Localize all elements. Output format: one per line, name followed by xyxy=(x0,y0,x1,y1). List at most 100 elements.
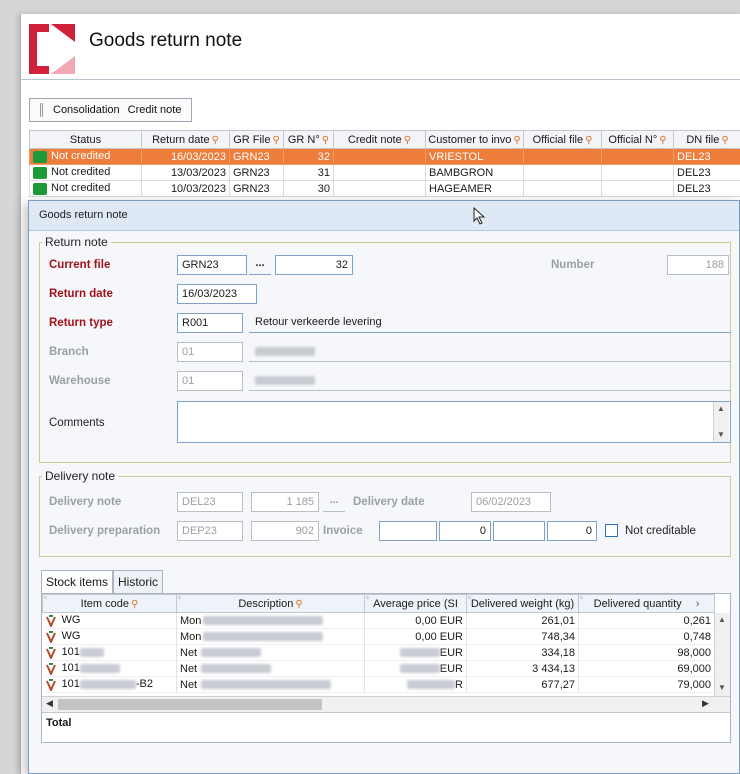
col-header-official-number[interactable]: Official N° ⚲ xyxy=(601,130,674,149)
search-icon[interactable]: ⚲ xyxy=(212,135,219,146)
list-item[interactable]: WG Mon 0,00 EUR 748,34 0,748 xyxy=(42,628,715,645)
branch-code-input[interactable]: 01 xyxy=(177,342,243,362)
scroll-down-icon[interactable]: ▼ xyxy=(718,683,726,692)
search-icon[interactable]: ⚲ xyxy=(295,599,302,610)
items-horizontal-scrollbar[interactable]: ◀ ▶ xyxy=(42,696,730,712)
item-code-cell: 101 xyxy=(42,660,177,677)
col-header-delivered-quantity[interactable]: ◦ Delivered quantity › xyxy=(578,594,715,613)
return-date-cell: 16/03/2023 xyxy=(141,148,230,165)
warehouse-code-input[interactable]: 01 xyxy=(177,371,243,391)
not-creditable-checkbox[interactable] xyxy=(605,524,618,537)
invoice-file-input[interactable] xyxy=(379,521,437,541)
return-type-code-input[interactable]: R001 xyxy=(177,313,243,333)
items-vertical-scrollbar[interactable]: ▲ ▼ xyxy=(714,613,730,696)
delivery-note-label: Delivery note xyxy=(49,496,122,508)
scroll-up-icon[interactable]: ▲ xyxy=(718,615,726,624)
goods-return-dialog: Goods return note Return note Current fi… xyxy=(28,200,740,774)
preparation-file-input[interactable]: DEP23 xyxy=(177,521,243,541)
item-price-cell: EUR xyxy=(364,644,467,661)
scroll-up-icon[interactable]: ▲ xyxy=(717,404,725,413)
credit-note-button[interactable]: Credit note xyxy=(124,104,186,116)
dn-file-cell: DEL23 xyxy=(673,148,740,165)
item-price-cell: R xyxy=(364,676,467,693)
col-header-item-code[interactable]: ◦ Item code ⚲ xyxy=(42,594,177,613)
preparation-number-input[interactable]: 902 xyxy=(251,521,319,541)
status-ok-icon xyxy=(33,182,47,195)
search-icon[interactable]: ⚲ xyxy=(131,599,138,610)
list-item[interactable]: WG Mon 0,00 EUR 261,01 0,261 xyxy=(42,612,715,629)
chevron-right-icon[interactable]: › xyxy=(696,598,700,610)
scroll-down-icon[interactable]: ▼ xyxy=(717,430,725,439)
search-icon[interactable]: ⚲ xyxy=(404,135,411,146)
current-file-input[interactable]: GRN23 xyxy=(177,255,247,275)
search-icon[interactable]: ⚲ xyxy=(659,135,666,146)
redacted-text xyxy=(79,648,104,658)
table-row[interactable]: Not credited 16/03/2023 GRN23 32 VRIESTO… xyxy=(29,148,740,165)
status-ok-icon xyxy=(33,150,47,163)
table-row[interactable]: Not credited 13/03/2023 GRN23 31 BAMBGRO… xyxy=(29,164,740,181)
comments-scrollbar[interactable]: ▲ ▼ xyxy=(713,402,729,442)
official-file-cell xyxy=(523,164,602,181)
list-item[interactable]: 101 Net EUR 334,18 98,000 xyxy=(42,644,715,661)
col-header-gr-number[interactable]: GR N° ⚲ xyxy=(283,130,334,149)
consolidation-button[interactable]: Consolidation xyxy=(49,104,124,116)
col-header-average-price[interactable]: ◦ Average price (SI xyxy=(364,594,467,613)
search-icon[interactable]: ⚲ xyxy=(721,135,728,146)
scrollbar-thumb[interactable] xyxy=(58,699,322,710)
col-header-return-date[interactable]: Return date ⚲ xyxy=(141,130,230,149)
item-description-cell: Net xyxy=(176,644,365,661)
delivery-date-input[interactable]: 06/02/2023 xyxy=(471,492,551,512)
redacted-text xyxy=(201,664,272,674)
col-header-customer[interactable]: Customer to invo ⚲ xyxy=(425,130,524,149)
status-cell: Not credited xyxy=(29,164,142,181)
return-date-input[interactable]: 16/03/2023 xyxy=(177,284,257,304)
current-file-lookup-button[interactable]: ... xyxy=(249,257,271,275)
gr-file-cell: GRN23 xyxy=(229,180,284,197)
col-header-status[interactable]: Status xyxy=(29,130,142,149)
app-logo xyxy=(29,24,75,74)
search-icon[interactable]: ⚲ xyxy=(513,135,520,146)
col-header-dn-file[interactable]: DN file ⚲ xyxy=(673,130,740,149)
col-header-gr-file[interactable]: GR File ⚲ xyxy=(229,130,284,149)
not-creditable-label: Not creditable xyxy=(625,525,696,537)
scroll-left-icon[interactable]: ◀ xyxy=(46,698,53,709)
item-icon xyxy=(45,678,56,691)
number-label: Number xyxy=(551,259,595,271)
col-header-description[interactable]: ◦ Description ⚲ xyxy=(176,594,365,613)
search-icon[interactable]: ⚲ xyxy=(585,135,592,146)
redacted-text xyxy=(255,346,315,356)
dialog-title-bar[interactable]: Goods return note xyxy=(29,201,739,231)
invoice-extra-input[interactable] xyxy=(493,521,545,541)
invoice-number2-input[interactable]: 0 xyxy=(547,521,597,541)
search-icon[interactable]: ⚲ xyxy=(322,135,329,146)
list-item[interactable]: 101 -B2 Net R 677,27 79,000 xyxy=(42,676,715,693)
toolbar-grip[interactable] xyxy=(40,103,43,117)
delivery-note-number-input[interactable]: 1 185 xyxy=(251,492,319,512)
page-title: Goods return note xyxy=(89,30,243,51)
list-item[interactable]: 101 Net EUR 3 434,13 69,000 xyxy=(42,660,715,677)
dn-file-cell: DEL23 xyxy=(673,180,740,197)
scroll-right-icon[interactable]: ▶ xyxy=(702,698,709,709)
status-cell: Not credited xyxy=(29,148,142,165)
delivery-date-label: Delivery date xyxy=(353,496,425,508)
item-icon xyxy=(45,662,56,675)
invoice-label: Invoice xyxy=(323,525,363,537)
tab-historic[interactable]: Historic xyxy=(113,570,164,594)
col-header-delivered-weight[interactable]: ◦ Delivered weight (kg) xyxy=(466,594,579,613)
item-icon xyxy=(45,646,56,659)
search-icon[interactable]: ⚲ xyxy=(272,135,279,146)
delivery-note-file-input[interactable]: DEL23 xyxy=(177,492,243,512)
comments-textarea[interactable] xyxy=(177,401,731,443)
current-number-input[interactable]: 32 xyxy=(275,255,353,275)
item-code-cell: WG xyxy=(42,628,177,645)
number-input[interactable]: 188 xyxy=(667,255,729,275)
invoice-number-input[interactable]: 0 xyxy=(439,521,491,541)
gr-number-cell: 30 xyxy=(283,180,334,197)
col-header-credit-note[interactable]: Credit note ⚲ xyxy=(333,130,426,149)
official-file-cell xyxy=(523,180,602,197)
col-header-official-file[interactable]: Official file ⚲ xyxy=(523,130,602,149)
tab-stock-items[interactable]: Stock items xyxy=(41,570,114,594)
delivery-note-lookup-button[interactable]: ... xyxy=(323,494,345,512)
table-row[interactable]: Not credited 10/03/2023 GRN23 30 HAGEAME… xyxy=(29,180,740,197)
official-number-cell xyxy=(601,148,674,165)
